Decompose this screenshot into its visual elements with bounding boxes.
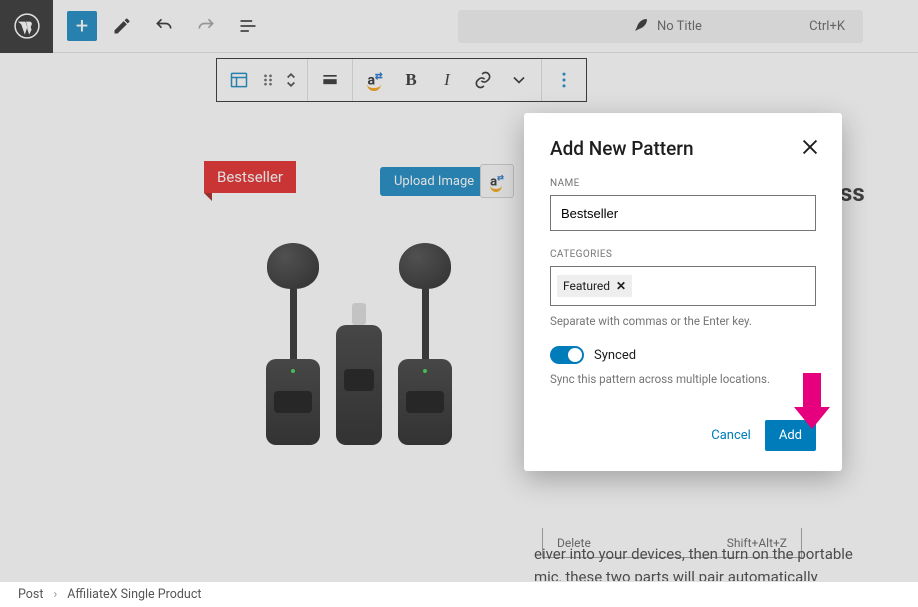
chevron-right-icon: ›	[53, 587, 57, 602]
close-icon[interactable]	[796, 133, 824, 161]
product-image	[204, 185, 514, 445]
add-button[interactable]: Add	[765, 420, 816, 451]
breadcrumb: Post › AffiliateX Single Product	[0, 581, 918, 607]
categories-input[interactable]: Featured ✕	[550, 266, 816, 306]
cancel-button[interactable]: Cancel	[711, 428, 751, 443]
redo-icon[interactable]	[189, 9, 223, 43]
product-title-peek: ss	[840, 179, 865, 207]
breadcrumb-current[interactable]: AffiliateX Single Product	[67, 587, 201, 602]
undo-icon[interactable]	[147, 9, 181, 43]
document-title: No Title	[657, 19, 702, 34]
document-overview-icon[interactable]	[231, 9, 265, 43]
more-rich-text-icon[interactable]	[501, 59, 537, 101]
feather-icon	[633, 17, 649, 37]
breadcrumb-root[interactable]: Post	[18, 587, 43, 602]
category-chip: Featured ✕	[557, 275, 632, 297]
command-shortcut: Ctrl+K	[809, 19, 845, 34]
amazon-typography-icon[interactable]: a⇄	[357, 59, 393, 101]
document-title-bar[interactable]: No Title Ctrl+K	[458, 10, 863, 43]
category-chip-label: Featured	[563, 279, 610, 293]
align-icon[interactable]	[312, 59, 348, 101]
modal-title: Add New Pattern	[550, 137, 816, 160]
pattern-name-input[interactable]	[550, 195, 816, 231]
categories-help-text: Separate with commas or the Enter key.	[550, 314, 816, 328]
wordpress-logo[interactable]	[0, 0, 53, 53]
link-icon[interactable]	[465, 59, 501, 101]
italic-button[interactable]: I	[429, 59, 465, 101]
drag-handle-icon[interactable]	[257, 59, 279, 101]
synced-toggle-label: Synced	[594, 348, 636, 363]
categories-field-label: CATEGORIES	[550, 249, 816, 260]
editor-topbar: + No Title Ctrl+K	[0, 0, 918, 53]
block-toolbar: a⇄ B I	[216, 58, 587, 102]
synced-help-text: Sync this pattern across multiple locati…	[550, 372, 816, 386]
add-pattern-modal: Add New Pattern NAME CATEGORIES Featured…	[524, 113, 842, 471]
move-updown-icon[interactable]	[279, 59, 303, 101]
synced-toggle[interactable]	[550, 346, 584, 364]
add-block-button[interactable]: +	[67, 11, 97, 41]
bestseller-ribbon[interactable]: Bestseller	[204, 161, 296, 193]
bold-button[interactable]: B	[393, 59, 429, 101]
block-options-icon[interactable]	[546, 59, 582, 101]
name-field-label: NAME	[550, 178, 816, 189]
remove-category-icon[interactable]: ✕	[616, 279, 626, 293]
edit-mode-icon[interactable]	[105, 9, 139, 43]
block-type-icon[interactable]	[221, 59, 257, 101]
editor-canvas: a⇄ B I Bestseller Upload Image a⇄ ss Del…	[0, 53, 918, 63]
